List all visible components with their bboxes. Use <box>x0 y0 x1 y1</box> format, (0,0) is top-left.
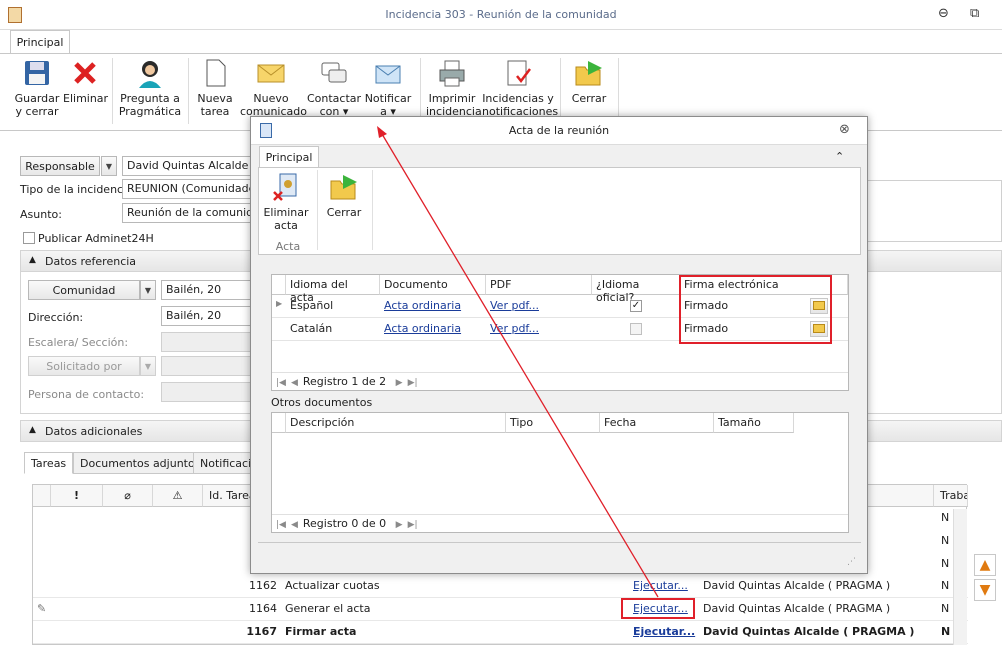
annotation-arrow <box>377 126 659 598</box>
